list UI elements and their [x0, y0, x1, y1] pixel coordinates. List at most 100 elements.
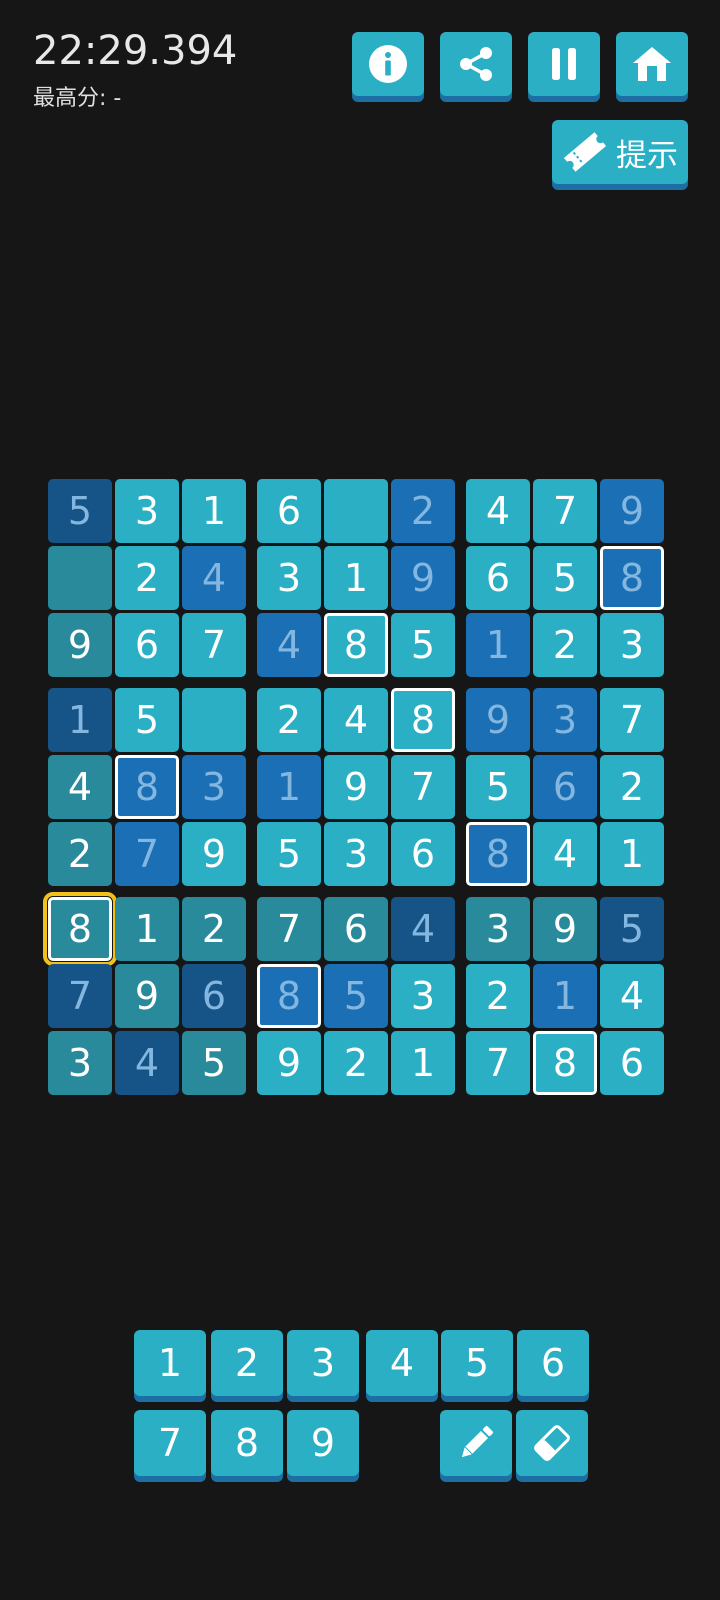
sudoku-cell[interactable]: 5	[257, 822, 321, 886]
sudoku-cell[interactable]: 8	[533, 1031, 597, 1095]
sudoku-cell[interactable]: 1	[466, 613, 530, 677]
sudoku-cell[interactable]: 2	[600, 755, 664, 819]
sudoku-cell[interactable]: 4	[391, 897, 455, 961]
number-key-9[interactable]: 9	[287, 1410, 359, 1476]
sudoku-cell[interactable]: 4	[182, 546, 246, 610]
sudoku-cell[interactable]: 1	[48, 688, 112, 752]
sudoku-cell[interactable]: 1	[182, 479, 246, 543]
sudoku-cell[interactable]: 3	[466, 897, 530, 961]
sudoku-cell[interactable]	[324, 479, 388, 543]
sudoku-cell[interactable]: 8	[466, 822, 530, 886]
sudoku-cell[interactable]: 6	[115, 613, 179, 677]
sudoku-cell[interactable]: 4	[48, 755, 112, 819]
sudoku-cell[interactable]: 5	[391, 613, 455, 677]
pause-icon	[552, 48, 576, 80]
sudoku-cell[interactable]: 1	[391, 1031, 455, 1095]
number-key-4[interactable]: 4	[366, 1330, 438, 1396]
sudoku-cell[interactable]: 6	[600, 1031, 664, 1095]
sudoku-cell[interactable]: 7	[115, 822, 179, 886]
sudoku-cell[interactable]: 8	[391, 688, 455, 752]
sudoku-cell[interactable]: 9	[324, 755, 388, 819]
sudoku-cell[interactable]: 8	[43, 892, 117, 966]
sudoku-cell[interactable]: 1	[257, 755, 321, 819]
pencil-button[interactable]	[440, 1410, 512, 1476]
sudoku-cell[interactable]: 6	[182, 964, 246, 1028]
sudoku-cell[interactable]: 6	[257, 479, 321, 543]
sudoku-cell[interactable]: 5	[466, 755, 530, 819]
sudoku-cell[interactable]: 3	[391, 964, 455, 1028]
sudoku-cell[interactable]: 7	[257, 897, 321, 961]
sudoku-cell[interactable]: 2	[391, 479, 455, 543]
sudoku-cell[interactable]: 7	[466, 1031, 530, 1095]
sudoku-cell[interactable]: 2	[257, 688, 321, 752]
sudoku-cell[interactable]: 3	[324, 822, 388, 886]
sudoku-cell[interactable]: 4	[466, 479, 530, 543]
number-key-6[interactable]: 6	[517, 1330, 589, 1396]
number-key-5[interactable]: 5	[441, 1330, 513, 1396]
sudoku-cell[interactable]: 5	[115, 688, 179, 752]
sudoku-cell[interactable]: 6	[391, 822, 455, 886]
sudoku-cell[interactable]: 3	[115, 479, 179, 543]
sudoku-cell[interactable]: 7	[600, 688, 664, 752]
sudoku-cell[interactable]: 9	[115, 964, 179, 1028]
info-button[interactable]	[352, 32, 424, 96]
sudoku-cell[interactable]: 2	[533, 613, 597, 677]
number-key-8[interactable]: 8	[211, 1410, 283, 1476]
sudoku-cell[interactable]: 9	[533, 897, 597, 961]
sudoku-cell[interactable]: 4	[324, 688, 388, 752]
sudoku-cell[interactable]: 7	[182, 613, 246, 677]
sudoku-cell[interactable]: 4	[533, 822, 597, 886]
number-key-1[interactable]: 1	[134, 1330, 206, 1396]
sudoku-cell[interactable]: 3	[600, 613, 664, 677]
sudoku-cell[interactable]	[182, 688, 246, 752]
sudoku-cell[interactable]: 6	[324, 897, 388, 961]
sudoku-cell[interactable]: 9	[466, 688, 530, 752]
number-key-3[interactable]: 3	[287, 1330, 359, 1396]
sudoku-cell[interactable]: 6	[466, 546, 530, 610]
sudoku-cell[interactable]: 1	[600, 822, 664, 886]
sudoku-cell[interactable]: 7	[48, 964, 112, 1028]
sudoku-cell[interactable]: 1	[324, 546, 388, 610]
sudoku-cell[interactable]: 2	[466, 964, 530, 1028]
sudoku-cell[interactable]: 5	[533, 546, 597, 610]
sudoku-cell[interactable]: 7	[391, 755, 455, 819]
sudoku-cell[interactable]: 3	[182, 755, 246, 819]
sudoku-cell[interactable]: 2	[115, 546, 179, 610]
sudoku-cell[interactable]: 5	[48, 479, 112, 543]
pause-button[interactable]	[528, 32, 600, 96]
sudoku-cell[interactable]: 3	[533, 688, 597, 752]
sudoku-cell[interactable]: 8	[257, 964, 321, 1028]
eraser-button[interactable]	[516, 1410, 588, 1476]
sudoku-cell[interactable]: 7	[533, 479, 597, 543]
sudoku-cell[interactable]: 1	[533, 964, 597, 1028]
share-button[interactable]	[440, 32, 512, 96]
sudoku-cell[interactable]: 3	[257, 546, 321, 610]
sudoku-cell[interactable]: 4	[600, 964, 664, 1028]
sudoku-cell[interactable]: 9	[257, 1031, 321, 1095]
sudoku-cell[interactable]: 4	[115, 1031, 179, 1095]
sudoku-cell[interactable]: 8	[324, 613, 388, 677]
sudoku-cell[interactable]: 9	[391, 546, 455, 610]
sudoku-cell[interactable]: 3	[48, 1031, 112, 1095]
sudoku-cell[interactable]: 9	[600, 479, 664, 543]
home-button[interactable]	[616, 32, 688, 96]
sudoku-cell[interactable]: 2	[48, 822, 112, 886]
number-key-2[interactable]: 2	[211, 1330, 283, 1396]
sudoku-cell[interactable]: 2	[324, 1031, 388, 1095]
sudoku-cell[interactable]: 6	[533, 755, 597, 819]
sudoku-cell[interactable]: 9	[182, 822, 246, 886]
hint-button[interactable]: 提示	[552, 120, 688, 184]
sudoku-cell[interactable]: 5	[324, 964, 388, 1028]
sudoku-cell[interactable]: 1	[115, 897, 179, 961]
sudoku-cell[interactable]: 9	[48, 613, 112, 677]
sudoku-cell[interactable]: 4	[257, 613, 321, 677]
sudoku-cell[interactable]: 5	[600, 897, 664, 961]
sudoku-cell[interactable]: 8	[600, 546, 664, 610]
sudoku-cell[interactable]: 8	[115, 755, 179, 819]
sudoku-cell[interactable]: 5	[182, 1031, 246, 1095]
sudoku-cell[interactable]	[48, 546, 112, 610]
share-icon	[460, 47, 492, 81]
hint-label: 提示	[616, 137, 678, 174]
sudoku-cell[interactable]: 2	[182, 897, 246, 961]
number-key-7[interactable]: 7	[134, 1410, 206, 1476]
